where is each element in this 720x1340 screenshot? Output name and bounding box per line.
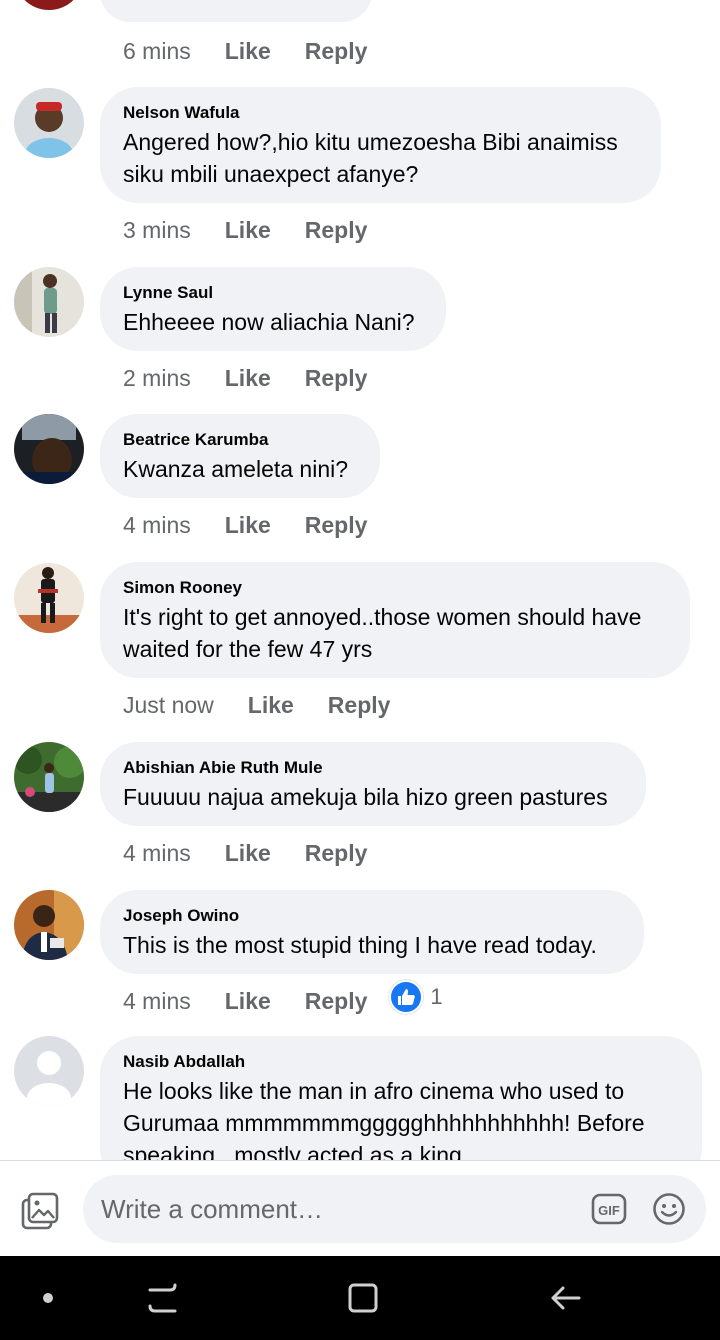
comment-line: Kwanza ameleta nini? [123,456,349,482]
comment-author[interactable]: Abishian Abie Ruth Mule [123,758,622,778]
avatar[interactable] [14,563,84,633]
comment-timestamp: 6 mins [123,37,191,64]
comment-input[interactable] [101,1175,571,1243]
comment-actions: 6 mins Like Reply [123,36,367,66]
avatar[interactable] [14,1036,84,1106]
comment-timestamp: 2 mins [123,364,191,391]
reply-button[interactable]: Reply [305,217,368,244]
gif-icon[interactable]: GIF [591,1191,627,1227]
avatar[interactable] [14,0,84,10]
reply-button[interactable]: Reply [305,988,368,1015]
comment-timestamp: 3 mins [123,216,191,243]
reply-button[interactable]: Reply [328,692,391,719]
comment-line: Angered how?,hio kitu umezoesha Bibi ana… [123,129,618,155]
comment-actions: 4 mins Like Reply [123,510,367,540]
comment-line: Fuuuuu najua amekuja bila hizo green pas… [123,784,608,810]
recent-apps-icon[interactable] [142,1278,182,1318]
comment-timestamp: Just now [123,691,214,718]
reactions-summary[interactable]: 1 [389,980,443,1014]
comment-line: It's right to get annoyed..those women s… [123,604,642,630]
comment-bubble[interactable] [100,0,372,22]
reply-button[interactable]: Reply [305,840,368,867]
comments-feed[interactable]: 6 mins Like Reply Nelson Wafula Angered … [0,0,720,1160]
comment-text: Fuuuuu najua amekuja bila hizo green pas… [123,781,622,813]
like-button[interactable]: Like [225,512,271,539]
avatar[interactable] [14,267,84,337]
comment-bubble[interactable]: Abishian Abie Ruth Mule Fuuuuu najua ame… [100,742,646,826]
comment-text: Ehheeee now aliachia Nani? [123,306,422,338]
reaction-count: 1 [430,984,443,1009]
like-button[interactable]: Like [248,692,294,719]
comment-text: He looks like the man in afro cinema who… [123,1075,678,1160]
avatar[interactable] [14,414,84,484]
comment-bubble[interactable]: Lynne Saul Ehheeee now aliachia Nani? [100,267,446,351]
comment-actions: 4 mins Like Reply 1 [123,980,443,1016]
comment-bubble[interactable]: Beatrice Karumba Kwanza ameleta nini? [100,414,380,498]
dot-icon[interactable] [28,1278,68,1318]
comment-actions: 2 mins Like Reply [123,363,367,393]
comment-composer: GIF [0,1160,720,1256]
comment-actions: 4 mins Like Reply [123,838,367,868]
avatar[interactable] [14,890,84,960]
comment-line: This is the most stupid thing I have rea… [123,932,597,958]
avatar[interactable] [14,88,84,158]
comment-author[interactable]: Joseph Owino [123,906,620,926]
comment-author[interactable]: Nelson Wafula [123,103,637,123]
comment-timestamp: 4 mins [123,987,191,1014]
emoji-icon[interactable] [652,1192,686,1226]
comment-author[interactable]: Beatrice Karumba [123,430,356,450]
comment-bubble[interactable]: Simon Rooney It's right to get annoyed..… [100,562,690,678]
comment-actions: Just now Like Reply [123,690,390,720]
like-button[interactable]: Like [225,840,271,867]
reply-button[interactable]: Reply [305,365,368,392]
avatar[interactable] [14,742,84,812]
comment-author[interactable]: Nasib Abdallah [123,1052,678,1072]
comment-input-box[interactable]: GIF [83,1175,706,1243]
comment-line: He looks like the man in afro cinema who… [123,1078,625,1104]
comment-text: Angered how?,hio kitu umezoesha Bibi ana… [123,126,637,190]
reply-button[interactable]: Reply [305,512,368,539]
comment-text: This is the most stupid thing I have rea… [123,929,620,961]
comment-line: speaking...mostly acted as a king [123,1142,462,1160]
like-button[interactable]: Like [225,365,271,392]
like-button[interactable]: Like [225,217,271,244]
comment-author[interactable]: Simon Rooney [123,578,666,598]
comment-bubble[interactable]: Nelson Wafula Angered how?,hio kitu umez… [100,87,661,203]
comment-bubble[interactable]: Nasib Abdallah He looks like the man in … [100,1036,702,1160]
comment-line: waited for the few 47 yrs [123,636,373,662]
comment-line: Gurumaa mmmmmmmggggghhhhhhhhhhh! Before [123,1110,645,1136]
comment-actions: 3 mins Like Reply [123,215,367,245]
comment-text: Kwanza ameleta nini? [123,453,356,485]
reply-button[interactable]: Reply [305,38,368,65]
svg-text:GIF: GIF [598,1203,620,1218]
comment-bubble[interactable]: Joseph Owino This is the most stupid thi… [100,890,644,974]
comment-author[interactable]: Lynne Saul [123,283,422,303]
like-button[interactable]: Like [225,988,271,1015]
system-nav-bar [0,1256,720,1340]
like-button[interactable]: Like [225,38,271,65]
comment-line: siku mbili unaexpect afanye? [123,161,419,187]
home-icon[interactable] [343,1278,383,1318]
comment-timestamp: 4 mins [123,839,191,866]
photo-icon[interactable] [20,1191,60,1231]
like-icon [389,980,424,1014]
comment-line: Ehheeee now aliachia Nani? [123,309,415,335]
comment-timestamp: 4 mins [123,511,191,538]
comment-text: It's right to get annoyed..those women s… [123,601,666,665]
back-icon[interactable] [545,1278,585,1318]
